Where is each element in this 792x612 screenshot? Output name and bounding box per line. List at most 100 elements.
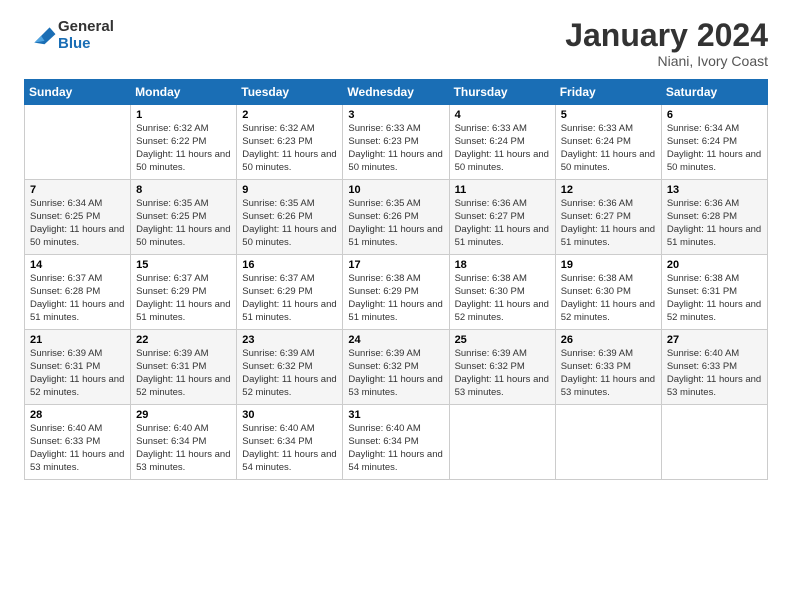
day-cell-3-1: 22 Sunrise: 6:39 AM Sunset: 6:31 PM Dayli… [131, 330, 237, 405]
day-info: Sunrise: 6:38 AM Sunset: 6:30 PM Dayligh… [561, 273, 656, 324]
day-info: Sunrise: 6:34 AM Sunset: 6:25 PM Dayligh… [30, 198, 125, 249]
day-info: Sunrise: 6:40 AM Sunset: 6:34 PM Dayligh… [136, 423, 231, 474]
day-cell-4-5 [555, 405, 661, 480]
day-number: 10 [348, 184, 443, 196]
day-cell-1-3: 10 Sunrise: 6:35 AM Sunset: 6:26 PM Dayli… [343, 180, 449, 255]
day-cell-4-6 [661, 405, 767, 480]
day-number: 25 [455, 334, 550, 346]
header-saturday: Saturday [661, 80, 767, 105]
page: General Blue January 2024 Niani, Ivory C… [0, 0, 792, 612]
day-info: Sunrise: 6:39 AM Sunset: 6:32 PM Dayligh… [455, 348, 550, 399]
day-number: 12 [561, 184, 656, 196]
day-number: 31 [348, 409, 443, 421]
day-number: 7 [30, 184, 125, 196]
day-number: 15 [136, 259, 231, 271]
logo-text: General Blue [58, 18, 114, 53]
day-number: 29 [136, 409, 231, 421]
day-number: 24 [348, 334, 443, 346]
day-info: Sunrise: 6:39 AM Sunset: 6:33 PM Dayligh… [561, 348, 656, 399]
day-cell-4-1: 29 Sunrise: 6:40 AM Sunset: 6:34 PM Dayli… [131, 405, 237, 480]
day-info: Sunrise: 6:38 AM Sunset: 6:31 PM Dayligh… [667, 273, 762, 324]
day-cell-4-3: 31 Sunrise: 6:40 AM Sunset: 6:34 PM Dayli… [343, 405, 449, 480]
month-year: January 2024 [565, 18, 768, 53]
week-row-3: 14Sunrise: 6:37 AM Sunset: 6:28 PM Dayli… [25, 255, 768, 330]
week-row-4: 21 Sunrise: 6:39 AM Sunset: 6:31 PM Dayli… [25, 330, 768, 405]
day-cell-1-5: 12Sunrise: 6:36 AM Sunset: 6:27 PM Dayli… [555, 180, 661, 255]
logo-blue: Blue [58, 35, 114, 52]
day-cell-0-3: 3 Sunrise: 6:33 AM Sunset: 6:23 PM Daylig… [343, 105, 449, 180]
day-info: Sunrise: 6:40 AM Sunset: 6:33 PM Dayligh… [667, 348, 762, 399]
day-info: Sunrise: 6:40 AM Sunset: 6:34 PM Dayligh… [348, 423, 443, 474]
day-cell-0-2: 2Sunrise: 6:32 AM Sunset: 6:23 PM Daylig… [237, 105, 343, 180]
title-block: January 2024 Niani, Ivory Coast [565, 18, 768, 69]
day-cell-0-1: 1Sunrise: 6:32 AM Sunset: 6:22 PM Daylig… [131, 105, 237, 180]
weekday-header-row: Sunday Monday Tuesday Wednesday Thursday… [25, 80, 768, 105]
logo-general: General [58, 18, 114, 35]
day-cell-2-3: 17Sunrise: 6:38 AM Sunset: 6:29 PM Dayli… [343, 255, 449, 330]
day-info: Sunrise: 6:37 AM Sunset: 6:29 PM Dayligh… [136, 273, 231, 324]
day-cell-2-6: 20 Sunrise: 6:38 AM Sunset: 6:31 PM Dayli… [661, 255, 767, 330]
day-cell-2-2: 16Sunrise: 6:37 AM Sunset: 6:29 PM Dayli… [237, 255, 343, 330]
day-info: Sunrise: 6:33 AM Sunset: 6:23 PM Dayligh… [348, 123, 443, 174]
header-sunday: Sunday [25, 80, 131, 105]
day-cell-3-5: 26 Sunrise: 6:39 AM Sunset: 6:33 PM Dayli… [555, 330, 661, 405]
day-info: Sunrise: 6:35 AM Sunset: 6:26 PM Dayligh… [348, 198, 443, 249]
day-cell-3-0: 21Sunrise: 6:39 AM Sunset: 6:31 PM Dayli… [25, 330, 131, 405]
day-number: 20 [667, 259, 762, 271]
header-friday: Friday [555, 80, 661, 105]
day-info: Sunrise: 6:35 AM Sunset: 6:26 PM Dayligh… [242, 198, 337, 249]
day-info: Sunrise: 6:40 AM Sunset: 6:34 PM Dayligh… [242, 423, 337, 474]
day-info: Sunrise: 6:33 AM Sunset: 6:24 PM Dayligh… [455, 123, 550, 174]
day-number: 19 [561, 259, 656, 271]
location: Niani, Ivory Coast [565, 53, 768, 69]
day-cell-0-5: 5 Sunrise: 6:33 AM Sunset: 6:24 PM Daylig… [555, 105, 661, 180]
day-cell-3-2: 23 Sunrise: 6:39 AM Sunset: 6:32 PM Dayli… [237, 330, 343, 405]
day-number: 11 [455, 184, 550, 196]
header-monday: Monday [131, 80, 237, 105]
day-cell-0-4: 4 Sunrise: 6:33 AM Sunset: 6:24 PM Daylig… [449, 105, 555, 180]
day-cell-2-4: 18Sunrise: 6:38 AM Sunset: 6:30 PM Dayli… [449, 255, 555, 330]
header-wednesday: Wednesday [343, 80, 449, 105]
header: General Blue January 2024 Niani, Ivory C… [24, 18, 768, 69]
day-number: 9 [242, 184, 337, 196]
day-number: 6 [667, 109, 762, 121]
day-number: 27 [667, 334, 762, 346]
day-cell-2-1: 15 Sunrise: 6:37 AM Sunset: 6:29 PM Dayli… [131, 255, 237, 330]
day-cell-4-0: 28 Sunrise: 6:40 AM Sunset: 6:33 PM Dayli… [25, 405, 131, 480]
day-info: Sunrise: 6:39 AM Sunset: 6:32 PM Dayligh… [242, 348, 337, 399]
day-number: 30 [242, 409, 337, 421]
day-number: 22 [136, 334, 231, 346]
day-number: 4 [455, 109, 550, 121]
day-info: Sunrise: 6:32 AM Sunset: 6:23 PM Dayligh… [242, 123, 337, 174]
logo-icon [26, 19, 58, 51]
day-number: 13 [667, 184, 762, 196]
day-number: 14 [30, 259, 125, 271]
day-cell-0-6: 6 Sunrise: 6:34 AM Sunset: 6:24 PM Daylig… [661, 105, 767, 180]
day-cell-2-0: 14Sunrise: 6:37 AM Sunset: 6:28 PM Dayli… [25, 255, 131, 330]
day-cell-3-6: 27 Sunrise: 6:40 AM Sunset: 6:33 PM Dayli… [661, 330, 767, 405]
day-cell-1-6: 13Sunrise: 6:36 AM Sunset: 6:28 PM Dayli… [661, 180, 767, 255]
day-cell-4-4 [449, 405, 555, 480]
week-row-1: 1Sunrise: 6:32 AM Sunset: 6:22 PM Daylig… [25, 105, 768, 180]
header-thursday: Thursday [449, 80, 555, 105]
day-info: Sunrise: 6:34 AM Sunset: 6:24 PM Dayligh… [667, 123, 762, 174]
day-number: 18 [455, 259, 550, 271]
day-cell-1-0: 7 Sunrise: 6:34 AM Sunset: 6:25 PM Daylig… [25, 180, 131, 255]
day-number: 17 [348, 259, 443, 271]
day-cell-3-3: 24 Sunrise: 6:39 AM Sunset: 6:32 PM Dayli… [343, 330, 449, 405]
header-tuesday: Tuesday [237, 80, 343, 105]
day-info: Sunrise: 6:39 AM Sunset: 6:32 PM Dayligh… [348, 348, 443, 399]
day-number: 5 [561, 109, 656, 121]
day-number: 21 [30, 334, 125, 346]
day-number: 26 [561, 334, 656, 346]
day-info: Sunrise: 6:33 AM Sunset: 6:24 PM Dayligh… [561, 123, 656, 174]
day-info: Sunrise: 6:36 AM Sunset: 6:27 PM Dayligh… [455, 198, 550, 249]
calendar: Sunday Monday Tuesday Wednesday Thursday… [24, 79, 768, 480]
day-cell-1-4: 11 Sunrise: 6:36 AM Sunset: 6:27 PM Dayli… [449, 180, 555, 255]
day-number: 3 [348, 109, 443, 121]
day-number: 28 [30, 409, 125, 421]
day-number: 23 [242, 334, 337, 346]
day-info: Sunrise: 6:35 AM Sunset: 6:25 PM Dayligh… [136, 198, 231, 249]
day-info: Sunrise: 6:39 AM Sunset: 6:31 PM Dayligh… [136, 348, 231, 399]
day-info: Sunrise: 6:40 AM Sunset: 6:33 PM Dayligh… [30, 423, 125, 474]
